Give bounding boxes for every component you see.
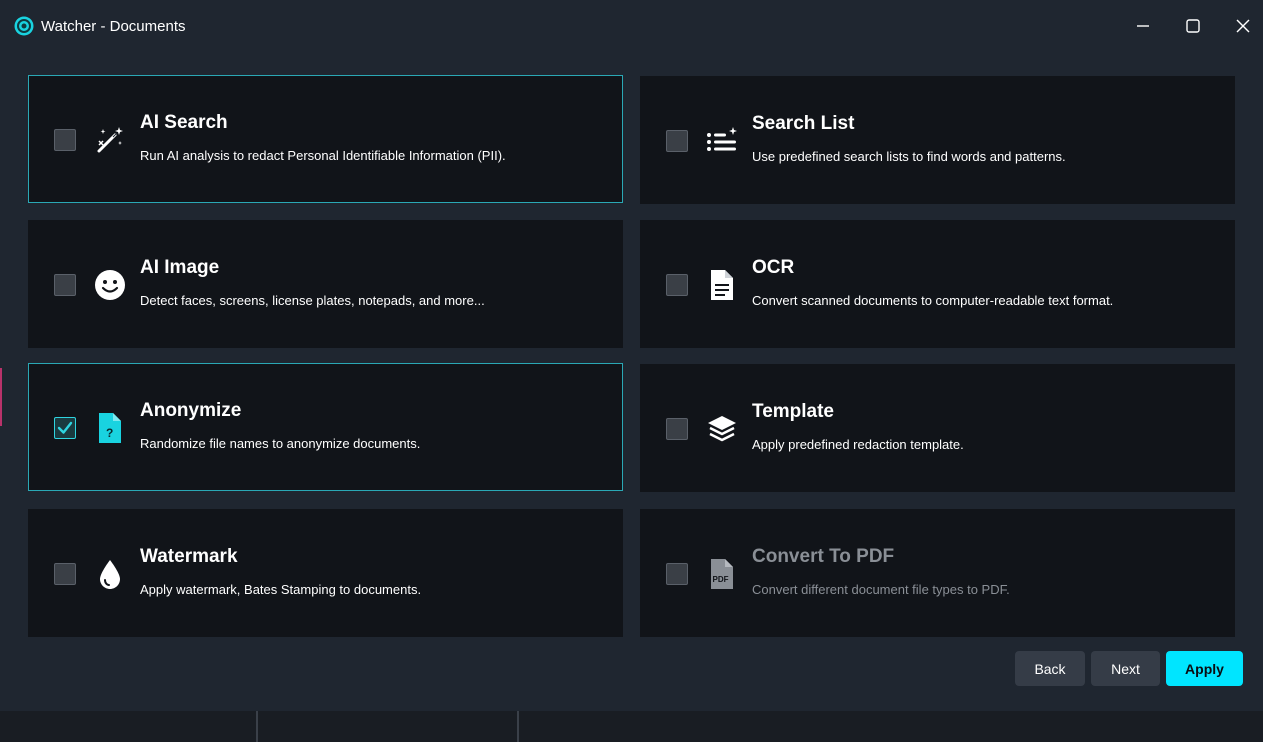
apply-button[interactable]: Apply xyxy=(1166,651,1243,686)
ocr-description: Convert scanned documents to computer-re… xyxy=(752,293,1114,308)
search-list-checkbox[interactable] xyxy=(666,130,688,152)
list-sparkle-icon xyxy=(706,125,738,157)
ocr-checkbox[interactable] xyxy=(666,274,688,296)
option-card-ai-search[interactable]: AI Search Run AI analysis to redact Pers… xyxy=(28,75,623,203)
ai-search-title: AI Search xyxy=(140,112,228,133)
anonymize-description: Randomize file names to anonymize docume… xyxy=(140,436,421,451)
watermark-checkbox[interactable] xyxy=(54,563,76,585)
option-card-ai-image[interactable]: AI Image Detect faces, screens, license … xyxy=(28,220,623,348)
convert-to-pdf-checkbox[interactable] xyxy=(666,563,688,585)
option-card-anonymize[interactable]: ? Anonymize Randomize file names to anon… xyxy=(28,363,623,491)
option-card-search-list[interactable]: Search List Use predefined search lists … xyxy=(640,76,1235,204)
svg-text:PDF: PDF xyxy=(713,575,729,584)
next-button[interactable]: Next xyxy=(1091,651,1160,686)
watcher-documents-window: Watcher - Documents AI Search Run AI ana… xyxy=(0,0,1263,742)
close-button[interactable] xyxy=(1223,10,1263,42)
ai-image-title: AI Image xyxy=(140,257,220,278)
minimize-icon xyxy=(1137,25,1149,27)
template-description: Apply predefined redaction template. xyxy=(752,437,964,452)
anonymize-checkbox[interactable] xyxy=(54,417,76,439)
window-title: Watcher - Documents xyxy=(41,18,186,35)
checkmark-icon xyxy=(57,421,73,434)
svg-text:?: ? xyxy=(106,426,113,440)
option-card-convert-to-pdf[interactable]: PDF Convert To PDF Convert different doc… xyxy=(640,509,1235,637)
maximize-icon xyxy=(1186,19,1200,33)
template-title: Template xyxy=(752,401,835,422)
watermark-title: Watermark xyxy=(140,546,238,567)
convert-to-pdf-title: Convert To PDF xyxy=(752,546,895,567)
left-edge-accent xyxy=(0,368,2,426)
layers-icon xyxy=(706,413,738,445)
anonymize-title: Anonymize xyxy=(140,400,242,421)
title-bar: Watcher - Documents xyxy=(0,0,1263,54)
bottom-strip xyxy=(0,711,1263,742)
option-card-ocr[interactable]: OCR Convert scanned documents to compute… xyxy=(640,220,1235,348)
magic-wand-icon xyxy=(94,124,126,156)
ai-search-checkbox[interactable] xyxy=(54,129,76,151)
pdf-file-icon: PDF xyxy=(706,558,738,590)
minimize-button[interactable] xyxy=(1123,10,1163,42)
template-checkbox[interactable] xyxy=(666,418,688,440)
bottom-divider xyxy=(256,711,258,742)
back-button[interactable]: Back xyxy=(1015,651,1085,686)
smiley-face-icon xyxy=(94,269,126,301)
search-list-description: Use predefined search lists to find word… xyxy=(752,149,1066,164)
maximize-button[interactable] xyxy=(1173,10,1213,42)
document-text-icon xyxy=(706,269,738,301)
ai-search-description: Run AI analysis to redact Personal Ident… xyxy=(140,148,506,163)
ai-image-checkbox[interactable] xyxy=(54,274,76,296)
watermark-description: Apply watermark, Bates Stamping to docum… xyxy=(140,582,422,597)
ocr-title: OCR xyxy=(752,257,795,278)
droplet-icon xyxy=(94,558,126,590)
option-card-watermark[interactable]: Watermark Apply watermark, Bates Stampin… xyxy=(28,509,623,637)
ai-image-description: Detect faces, screens, license plates, n… xyxy=(140,293,485,308)
document-question-icon: ? xyxy=(94,412,126,444)
bottom-divider xyxy=(517,711,519,742)
watcher-logo-icon xyxy=(14,16,34,36)
search-list-title: Search List xyxy=(752,113,855,134)
close-icon xyxy=(1236,19,1250,33)
option-card-template[interactable]: Template Apply predefined redaction temp… xyxy=(640,364,1235,492)
convert-to-pdf-description: Convert different document file types to… xyxy=(752,582,1010,597)
